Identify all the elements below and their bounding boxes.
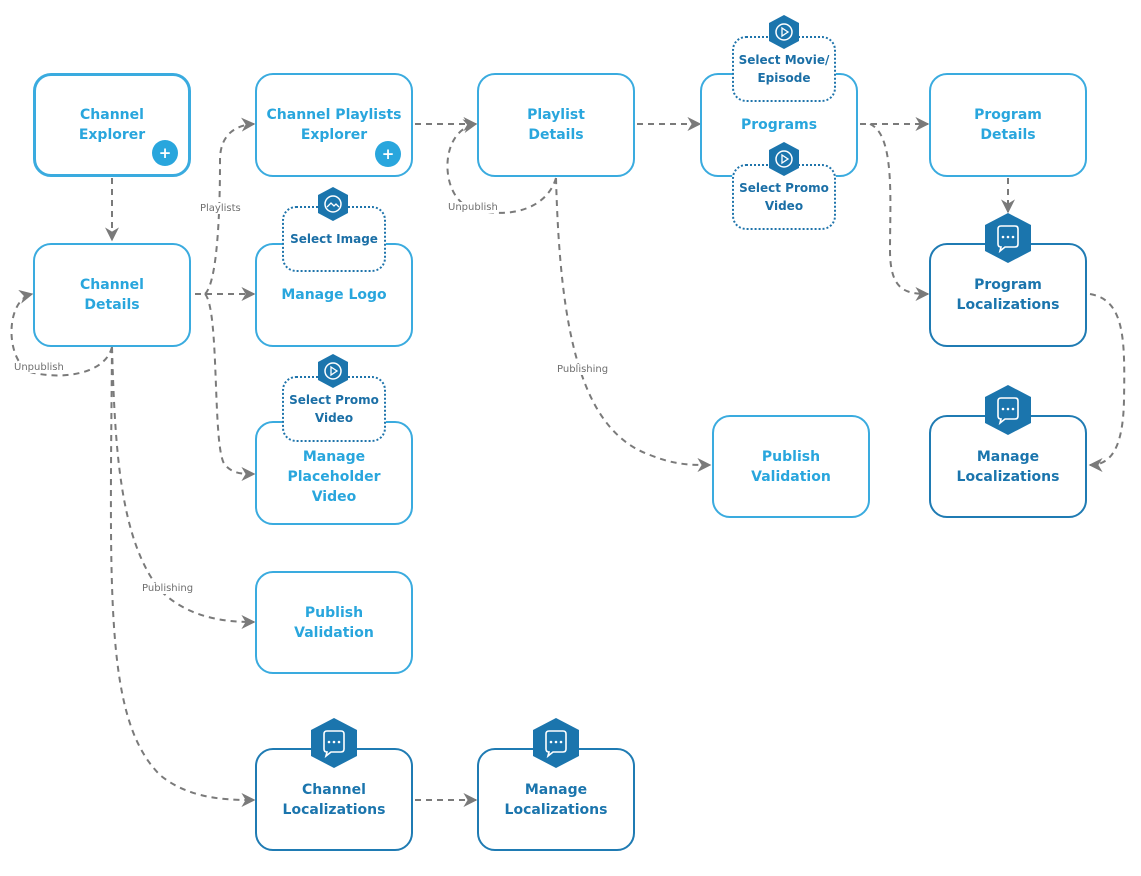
edge-program-loc-to-manage-loc: [1088, 293, 1126, 472]
node-label: Channel Localizations: [282, 781, 386, 818]
node-label: Playlist Details: [527, 107, 585, 143]
subnode-label: Select Movie/ Episode: [738, 53, 830, 85]
subnode-label: Select Promo Video: [739, 181, 829, 213]
edge-playlist-to-publish-validation: [555, 177, 712, 472]
edge-label-publishing-channel: Publishing: [142, 583, 194, 594]
node-label: Channel Details: [80, 277, 144, 313]
node-label: Manage Logo: [281, 287, 387, 303]
chat-icon: [533, 718, 579, 768]
chat-icon: [311, 718, 357, 768]
edge-details-to-channel-localizations: [109, 346, 256, 807]
node-publish-validation-playlist[interactable]: Publish Validation: [712, 415, 870, 518]
add-playlist-button[interactable]: +: [375, 141, 401, 167]
node-label: Manage Localizations: [956, 448, 1060, 485]
edge-label-playlists: Playlists: [200, 203, 241, 214]
image-icon: [318, 187, 348, 221]
node-label: Programs: [740, 117, 818, 133]
add-channel-button[interactable]: +: [152, 140, 178, 166]
node-label: Channel Explorer: [78, 107, 146, 143]
edge-details-to-publish-validation: [111, 346, 256, 629]
workflow-diagram: Playlists Unpublish Unpublish Publishing…: [0, 0, 1141, 876]
node-channel-details[interactable]: Channel Details: [33, 243, 191, 347]
subnode-label: Select Promo Video: [289, 393, 379, 425]
node-label: Program Localizations: [956, 277, 1060, 313]
subnode-label: Select Image: [290, 232, 378, 246]
node-label: Program Details: [974, 107, 1042, 143]
node-publish-validation-channel[interactable]: Publish Validation: [255, 571, 413, 674]
edge-label-unpublish-playlist: Unpublish: [448, 202, 498, 213]
edge-label-publishing-playlist: Publishing: [557, 364, 609, 375]
play-icon: [769, 15, 799, 49]
node-label: Manage Placeholder Video: [287, 449, 381, 505]
node-program-details[interactable]: Program Details: [929, 73, 1087, 177]
play-icon: [318, 354, 348, 388]
node-playlist-details[interactable]: Playlist Details: [477, 73, 635, 177]
edge-details-to-placeholder-video: [204, 293, 256, 481]
node-label: Channel Playlists Explorer: [266, 107, 402, 143]
chat-icon: [985, 213, 1031, 263]
edge-programs-to-program-localizations: [869, 123, 930, 301]
node-label: Manage Localizations: [504, 781, 608, 818]
node-channel-explorer[interactable]: Channel Explorer +: [33, 73, 191, 177]
play-icon: [769, 142, 799, 176]
node-label: Publish Validation: [751, 448, 831, 485]
edge-label-unpublish-channel: Unpublish: [14, 362, 64, 373]
chat-icon: [985, 385, 1031, 435]
node-label: Publish Validation: [294, 604, 374, 641]
node-channel-playlists-explorer[interactable]: Channel Playlists Explorer +: [255, 73, 413, 177]
